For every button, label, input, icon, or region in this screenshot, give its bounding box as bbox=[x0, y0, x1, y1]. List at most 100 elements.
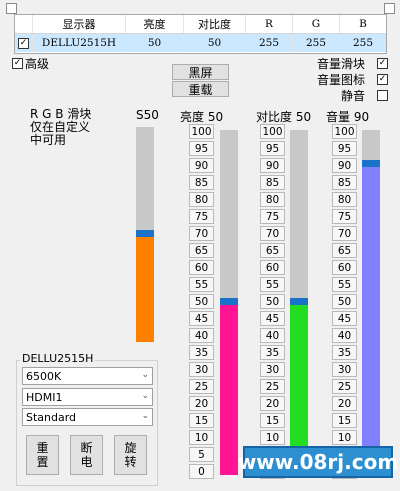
tick-label[interactable]: 65 bbox=[260, 243, 285, 258]
brightness-slider-track[interactable] bbox=[220, 130, 238, 475]
header-brightness[interactable]: 亮度 bbox=[126, 15, 184, 33]
color-temp-select[interactable]: 6500K ⌄ bbox=[22, 367, 153, 385]
tick-label[interactable]: 20 bbox=[332, 396, 357, 411]
tick-label[interactable]: 75 bbox=[260, 209, 285, 224]
table-row[interactable]: ✓ DELLU2515H 50 50 255 255 255 bbox=[15, 34, 386, 52]
checkbox-checked-icon[interactable]: ✓ bbox=[18, 37, 29, 49]
brightness-slider-title: 亮度 50 bbox=[180, 110, 224, 124]
rotate-button[interactable]: 旋转 bbox=[114, 435, 147, 475]
tick-label[interactable]: 15 bbox=[260, 413, 285, 428]
black-screen-button[interactable]: 黑屏 bbox=[172, 64, 229, 80]
tick-label[interactable]: 85 bbox=[332, 175, 357, 190]
volume-slider-option[interactable]: 音量滑块 ✓ bbox=[300, 55, 388, 72]
input-source-select[interactable]: HDMI1 ⌄ bbox=[22, 388, 153, 406]
tick-label[interactable]: 50 bbox=[189, 294, 214, 309]
tick-label[interactable]: 60 bbox=[189, 260, 214, 275]
tick-label[interactable]: 25 bbox=[260, 379, 285, 394]
volume-slider-label: 音量滑块 bbox=[316, 57, 365, 71]
tick-label[interactable]: 80 bbox=[189, 192, 214, 207]
volume-slider-track[interactable] bbox=[362, 130, 380, 475]
tick-label[interactable]: 10 bbox=[189, 430, 214, 445]
tick-label[interactable]: 35 bbox=[332, 345, 357, 360]
tick-label[interactable]: 20 bbox=[260, 396, 285, 411]
tick-label[interactable]: 25 bbox=[332, 379, 357, 394]
tick-label[interactable]: 40 bbox=[260, 328, 285, 343]
contrast-slider-title: 对比度 50 bbox=[256, 110, 312, 124]
input-source-value: HDMI1 bbox=[26, 390, 63, 404]
header-contrast[interactable]: 对比度 bbox=[184, 15, 246, 33]
tick-label[interactable]: 75 bbox=[189, 209, 214, 224]
tick-label[interactable]: 50 bbox=[260, 294, 285, 309]
tick-label[interactable]: 95 bbox=[260, 141, 285, 156]
s-slider-thumb[interactable] bbox=[136, 230, 154, 237]
preset-mode-select[interactable]: Standard ⌄ bbox=[22, 408, 153, 426]
tick-label[interactable]: 35 bbox=[189, 345, 214, 360]
minimize-button[interactable] bbox=[6, 3, 17, 14]
contrast-slider-thumb[interactable] bbox=[290, 298, 308, 305]
tick-label[interactable]: 45 bbox=[260, 311, 285, 326]
header-g[interactable]: G bbox=[293, 15, 340, 33]
tick-label[interactable]: 90 bbox=[332, 158, 357, 173]
tick-label[interactable]: 95 bbox=[189, 141, 214, 156]
tick-label[interactable]: 75 bbox=[332, 209, 357, 224]
tick-label[interactable]: 15 bbox=[332, 413, 357, 428]
tick-label[interactable]: 30 bbox=[189, 362, 214, 377]
volume-icon-checkbox[interactable]: ✓ bbox=[377, 74, 388, 85]
volume-slider-thumb[interactable] bbox=[362, 160, 380, 167]
tick-label[interactable]: 85 bbox=[189, 175, 214, 190]
header-monitor[interactable]: 显示器 bbox=[33, 15, 126, 33]
tick-label[interactable]: 95 bbox=[332, 141, 357, 156]
reload-button[interactable]: 重载 bbox=[172, 81, 229, 97]
tick-label[interactable]: 30 bbox=[332, 362, 357, 377]
tick-label[interactable]: 50 bbox=[332, 294, 357, 309]
advanced-label: 高级 bbox=[25, 57, 50, 71]
tick-label[interactable]: 90 bbox=[189, 158, 214, 173]
row-g: 255 bbox=[293, 34, 340, 52]
tick-label[interactable]: 55 bbox=[189, 277, 214, 292]
advanced-option[interactable]: ✓ 高级 bbox=[12, 55, 49, 72]
mute-checkbox[interactable] bbox=[377, 90, 388, 101]
tick-label[interactable]: 15 bbox=[189, 413, 214, 428]
volume-slider-checkbox[interactable]: ✓ bbox=[377, 58, 388, 69]
tick-label[interactable]: 40 bbox=[332, 328, 357, 343]
tick-label[interactable]: 10 bbox=[260, 430, 285, 445]
tick-label[interactable]: 5 bbox=[189, 447, 214, 462]
tick-label[interactable]: 80 bbox=[332, 192, 357, 207]
tick-label[interactable]: 100 bbox=[260, 124, 285, 139]
tick-label[interactable]: 100 bbox=[189, 124, 214, 139]
tick-label[interactable]: 55 bbox=[260, 277, 285, 292]
header-b[interactable]: B bbox=[340, 15, 386, 33]
power-off-button[interactable]: 断电 bbox=[70, 435, 103, 475]
tick-label[interactable]: 90 bbox=[260, 158, 285, 173]
tick-label[interactable]: 70 bbox=[189, 226, 214, 241]
header-r[interactable]: R bbox=[246, 15, 293, 33]
tick-label[interactable]: 80 bbox=[260, 192, 285, 207]
tick-label[interactable]: 60 bbox=[332, 260, 357, 275]
tick-label[interactable]: 20 bbox=[189, 396, 214, 411]
tick-label[interactable]: 25 bbox=[189, 379, 214, 394]
tick-label[interactable]: 45 bbox=[332, 311, 357, 326]
tick-label[interactable]: 45 bbox=[189, 311, 214, 326]
brightness-slider-thumb[interactable] bbox=[220, 298, 238, 305]
contrast-slider-track[interactable] bbox=[290, 130, 308, 475]
tick-label[interactable]: 55 bbox=[332, 277, 357, 292]
tick-label[interactable]: 10 bbox=[332, 430, 357, 445]
tick-label[interactable]: 35 bbox=[260, 345, 285, 360]
volume-icon-option[interactable]: 音量图标 ✓ bbox=[300, 71, 388, 88]
s-slider-track[interactable] bbox=[136, 127, 154, 342]
tick-label[interactable]: 100 bbox=[332, 124, 357, 139]
tick-label[interactable]: 60 bbox=[260, 260, 285, 275]
mute-option[interactable]: 静音 bbox=[300, 87, 388, 104]
tick-label[interactable]: 40 bbox=[189, 328, 214, 343]
tick-label[interactable]: 70 bbox=[260, 226, 285, 241]
tick-label[interactable]: 0 bbox=[189, 464, 214, 479]
reset-button[interactable]: 重置 bbox=[26, 435, 59, 475]
row-checkbox[interactable]: ✓ bbox=[15, 34, 33, 52]
advanced-checkbox[interactable]: ✓ bbox=[12, 58, 23, 69]
tick-label[interactable]: 85 bbox=[260, 175, 285, 190]
tick-label[interactable]: 30 bbox=[260, 362, 285, 377]
tick-label[interactable]: 70 bbox=[332, 226, 357, 241]
tick-label[interactable]: 65 bbox=[332, 243, 357, 258]
close-button[interactable] bbox=[384, 3, 395, 14]
tick-label[interactable]: 65 bbox=[189, 243, 214, 258]
